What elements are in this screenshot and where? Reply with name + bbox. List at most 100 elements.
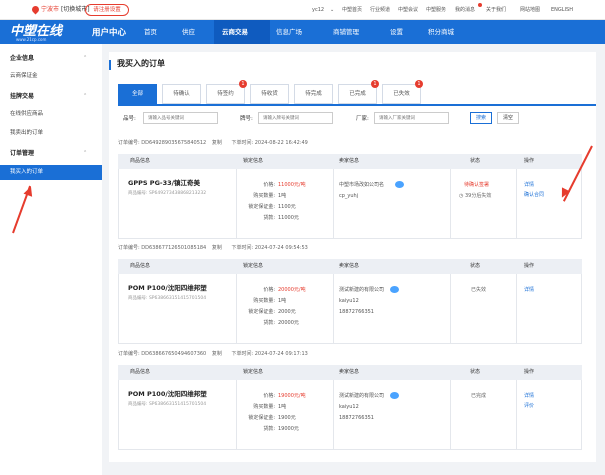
factory-filter-field[interactable]: [375, 113, 448, 123]
nav-item-points-mall[interactable]: 积分商城: [428, 28, 454, 37]
nav-item-shop-manage[interactable]: 商铺管理: [333, 28, 359, 37]
qty-value: 1吨: [278, 193, 287, 199]
nav-item-settings[interactable]: 设置: [390, 28, 403, 37]
seller-contact: kaiyu12: [339, 404, 359, 410]
top-link-english[interactable]: ENGLISH: [551, 7, 573, 13]
login-button[interactable]: 请注册设置: [85, 4, 129, 16]
product-name[interactable]: POM P100/沈阳四维邦塑: [128, 390, 207, 399]
user-name[interactable]: yc12: [312, 7, 324, 13]
sidebar-group-listing[interactable]: 挂牌交易: [10, 93, 34, 100]
col-divider: [450, 169, 451, 239]
tab-pending-complete[interactable]: 待完成: [294, 84, 333, 104]
brand-filter-input[interactable]: [258, 112, 333, 124]
tab-pending-confirm[interactable]: 待确认: [162, 84, 201, 104]
order-meta: 订单编号: DD649289035675840512 复制 下单时间: 2024…: [118, 140, 308, 146]
seller-phone: 18872766351: [339, 309, 374, 315]
chevron-up-icon[interactable]: ⌃: [83, 150, 87, 156]
confirm-contract-link[interactable]: 确认合同: [524, 192, 544, 198]
order-time-label: 下单时间:: [231, 140, 254, 146]
order-time-label: 下单时间:: [231, 351, 254, 357]
product-number: 商品编号: SP638663151415701504: [128, 296, 207, 301]
detail-link[interactable]: 详情: [524, 182, 534, 188]
location-pin-icon: [30, 4, 41, 15]
col-seller: 卖家信息: [339, 158, 360, 164]
detail-link[interactable]: 详情: [524, 287, 534, 293]
seller-contact: kaiyu12: [339, 298, 359, 304]
top-link-home[interactable]: 中塑首页: [342, 7, 362, 13]
nav-item-info-square[interactable]: 信息广场: [276, 28, 302, 37]
col-action: 操作: [524, 263, 535, 269]
top-link-channel[interactable]: 行业频道: [370, 7, 390, 13]
tab-pending-sign[interactable]: 待签约: [206, 84, 245, 104]
payment-label: 货款:: [263, 426, 275, 432]
qty-value: 1吨: [278, 298, 287, 304]
tab-completed[interactable]: 已完成: [338, 84, 377, 104]
sidebar-item-online-supply[interactable]: 在线供应商品: [10, 111, 43, 118]
payment-value: 11000元: [278, 215, 299, 221]
seller-phone: 18872766351: [339, 415, 374, 421]
qty-label: 购买数量:: [253, 193, 275, 199]
detail-link[interactable]: 详情: [524, 393, 534, 399]
col-lock: 锁定信息: [243, 369, 264, 375]
factory-filter-input[interactable]: [374, 112, 449, 124]
sidebar-item-bought-orders[interactable]: 我买入的订单: [10, 169, 43, 176]
payment-label: 货款:: [263, 320, 275, 326]
sidebar-group-orders[interactable]: 订单管理: [10, 150, 34, 157]
top-link-messages[interactable]: 我的消息: [455, 7, 475, 13]
order-time: 2024-08-22 16:42:49: [254, 140, 308, 146]
product-filter-field[interactable]: [144, 113, 217, 123]
city-name: 宁波市: [41, 6, 60, 13]
chat-icon[interactable]: [390, 392, 399, 399]
qty-value: 1吨: [278, 404, 287, 410]
top-link-service[interactable]: 中塑服务: [426, 7, 446, 13]
city-switcher[interactable]: 宁波市 [切换城市]: [41, 6, 90, 13]
copy-button[interactable]: 复制: [212, 245, 222, 251]
order-meta: 订单编号: DD638677126501085184 复制 下单时间: 2024…: [118, 245, 308, 251]
payment-label: 货款:: [263, 215, 275, 221]
main-nav: [0, 20, 605, 44]
tab-pending-receive[interactable]: 待收货: [250, 84, 289, 104]
top-link-meeting[interactable]: 中塑会议: [398, 7, 418, 13]
clear-button[interactable]: 清空: [497, 112, 519, 124]
price-value: 20000元/吨: [278, 287, 306, 293]
chat-icon[interactable]: [395, 181, 404, 188]
chat-icon[interactable]: [390, 286, 399, 293]
deposit-label: 锁定保证金:: [248, 309, 275, 315]
factory-filter-label: 厂家:: [356, 116, 369, 122]
product-name[interactable]: POM P100/沈阳四维邦塑: [128, 284, 207, 293]
tab-all[interactable]: 全部: [118, 84, 157, 104]
order-status-sub: ◷ 39分后失效: [459, 193, 491, 199]
tab-expired[interactable]: 已失效: [382, 84, 421, 104]
copy-button[interactable]: 复制: [212, 351, 222, 357]
copy-button[interactable]: 复制: [212, 140, 222, 146]
top-link-sitemap[interactable]: 网站地图: [520, 7, 540, 13]
chevron-up-icon[interactable]: ⌃: [83, 55, 87, 61]
col-divider: [236, 169, 237, 239]
top-link-about[interactable]: 关于我们: [486, 7, 506, 13]
sidebar-group-enterprise[interactable]: 企业信息: [10, 55, 34, 62]
order-status: 待确认签署: [464, 182, 490, 188]
col-product: 商品信息: [130, 263, 151, 269]
sidebar-item-deposit[interactable]: 云商保证金: [10, 73, 38, 80]
page-title: 我买入的订单: [117, 59, 165, 68]
nav-item-home[interactable]: 首页: [144, 28, 157, 37]
nav-item-supply[interactable]: 供应: [182, 28, 195, 37]
chevron-up-icon[interactable]: ⌃: [83, 93, 87, 99]
site-logo-url: www.21cp.com: [16, 37, 47, 42]
seller-company: 测试新建的有限公司: [339, 287, 385, 293]
col-lock: 锁定信息: [243, 158, 264, 164]
product-name[interactable]: GPPS PG-33/镇江奇美: [128, 179, 200, 188]
product-filter-input[interactable]: [143, 112, 218, 124]
col-divider: [236, 274, 237, 344]
search-button[interactable]: 搜索: [470, 112, 492, 124]
price-label: 价格:: [263, 182, 275, 188]
chevron-down-icon[interactable]: ⌄: [330, 7, 334, 13]
user-center-title: 用户中心: [92, 28, 127, 38]
brand-filter-field[interactable]: [259, 113, 332, 123]
nav-item-cloud-trade[interactable]: 云商交易: [222, 28, 248, 37]
clock-icon: ◷: [459, 193, 464, 199]
deposit-value: 1900元: [278, 415, 296, 421]
review-link[interactable]: 评价: [524, 403, 534, 409]
col-divider: [236, 380, 237, 450]
sidebar-item-sold-orders[interactable]: 我卖出的订单: [10, 130, 43, 137]
